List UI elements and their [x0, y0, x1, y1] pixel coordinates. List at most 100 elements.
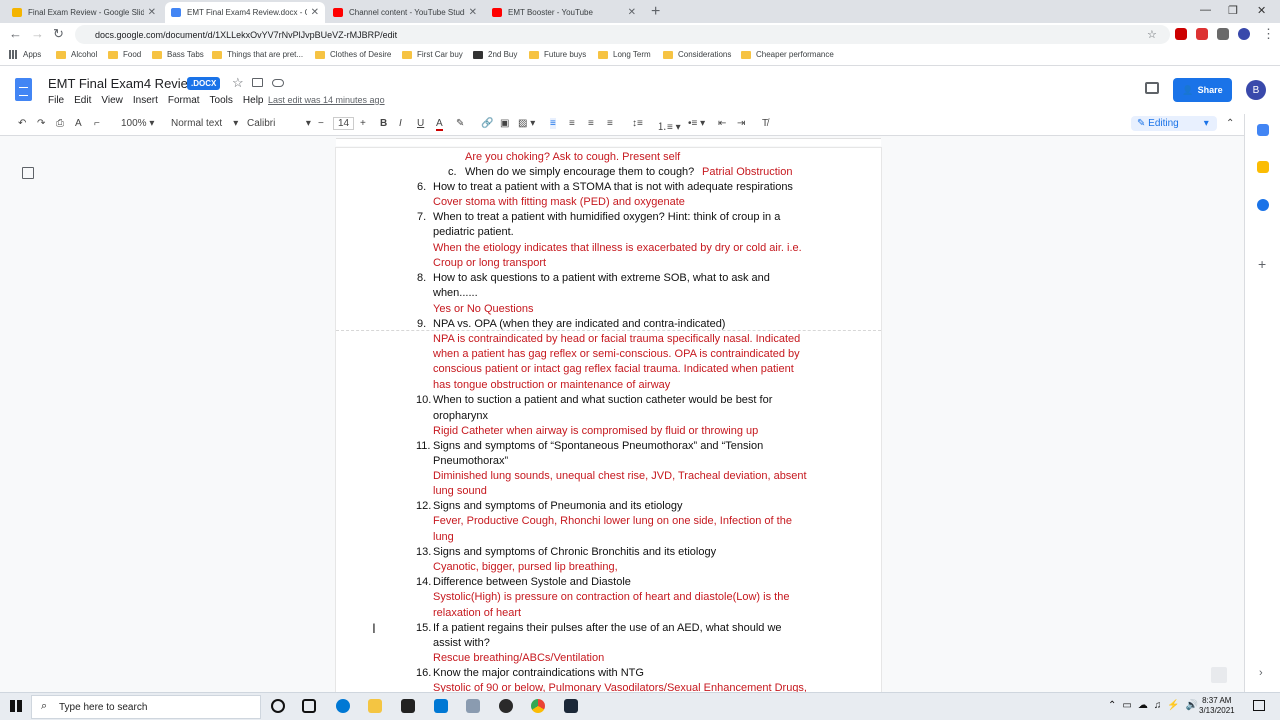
- bookmark-folder[interactable]: Bass Tabs: [152, 50, 204, 59]
- close-window-icon[interactable]: ✕: [1257, 4, 1266, 17]
- style-select[interactable]: Normal text ▾: [171, 118, 238, 129]
- document-outline-icon[interactable]: [22, 167, 34, 179]
- zoom-select[interactable]: 100% ▾: [121, 118, 154, 129]
- comment-history-icon[interactable]: [1145, 82, 1159, 94]
- browser-tab-docs[interactable]: EMT Final Exam4 Review.docx - Google Doc…: [165, 2, 325, 23]
- steam-icon[interactable]: [499, 699, 513, 713]
- task-view-icon[interactable]: [302, 699, 316, 713]
- close-tab-icon[interactable]: ✕: [469, 7, 477, 18]
- browser-tab-slides[interactable]: Final Exam Review - Google Slides ✕: [6, 2, 162, 23]
- bookmark-folder[interactable]: Long Term: [598, 50, 651, 59]
- chrome-icon[interactable]: [531, 699, 545, 713]
- spellcheck-icon[interactable]: A: [75, 118, 82, 129]
- redo-icon[interactable]: ↷: [37, 118, 45, 129]
- insert-image-icon[interactable]: ▨ ▾: [518, 118, 535, 129]
- maximize-icon[interactable]: ❐: [1228, 4, 1238, 17]
- move-folder-icon[interactable]: [252, 78, 263, 87]
- align-right-icon[interactable]: ≡: [588, 118, 594, 129]
- browser-tab-youtube-studio[interactable]: Channel content - YouTube Studio ✕: [327, 2, 483, 23]
- google-docs-logo-icon[interactable]: [15, 78, 32, 101]
- mail-icon[interactable]: [434, 699, 448, 713]
- account-avatar[interactable]: B: [1246, 80, 1266, 100]
- line-spacing-icon[interactable]: ↕≡: [632, 118, 643, 129]
- increase-font-size-button[interactable]: +: [360, 118, 366, 129]
- browser-menu-icon[interactable]: ⋮: [1262, 26, 1275, 42]
- align-center-icon[interactable]: ≡: [569, 118, 575, 129]
- edge-icon[interactable]: [336, 699, 350, 713]
- document-page[interactable]: Are you choking? Ask to cough. Present s…: [336, 148, 881, 692]
- back-icon[interactable]: ←: [9, 26, 22, 41]
- justify-icon[interactable]: ≡: [607, 118, 613, 129]
- menu-tools[interactable]: Tools: [210, 95, 233, 106]
- paint-format-icon[interactable]: ⌐: [94, 118, 100, 129]
- close-tab-icon[interactable]: ✕: [628, 7, 636, 18]
- collapse-toolbar-icon[interactable]: ⌃: [1226, 118, 1234, 129]
- ruler-page-area[interactable]: [336, 138, 881, 146]
- decrease-font-size-button[interactable]: −: [318, 118, 324, 129]
- notification-icon[interactable]: [1253, 700, 1265, 711]
- menu-view[interactable]: View: [101, 95, 123, 106]
- link-icon[interactable]: 🔗: [481, 118, 493, 129]
- numbered-list-icon[interactable]: ⒈≡ ▾: [657, 118, 681, 133]
- minimize-icon[interactable]: —: [1200, 4, 1211, 16]
- bookmark-folder[interactable]: Alcohol: [56, 50, 97, 59]
- bookmark-folder[interactable]: Considerations: [663, 50, 731, 59]
- text-color-icon[interactable]: A: [436, 118, 443, 131]
- clear-formatting-icon[interactable]: T̸: [762, 118, 768, 129]
- taskbar-search-input[interactable]: ⌕ Type here to search: [31, 695, 261, 719]
- store-icon[interactable]: [401, 699, 415, 713]
- extensions-puzzle-icon[interactable]: [1217, 28, 1229, 40]
- font-select[interactable]: Calibri ▾: [247, 118, 311, 129]
- bookmark-folder[interactable]: First Car buy: [402, 50, 463, 59]
- calendar-icon[interactable]: [1257, 124, 1269, 136]
- highlight-icon[interactable]: ✎: [456, 118, 464, 129]
- increase-indent-icon[interactable]: ⇥: [737, 118, 745, 129]
- share-button[interactable]: 👤 Share: [1173, 78, 1232, 102]
- profile-avatar-icon[interactable]: [1238, 28, 1250, 40]
- bookmark-folder[interactable]: Cheaper performance: [741, 50, 834, 59]
- underline-icon[interactable]: U: [417, 118, 424, 129]
- menu-format[interactable]: Format: [168, 95, 200, 106]
- bold-icon[interactable]: B: [380, 118, 387, 129]
- decrease-indent-icon[interactable]: ⇤: [718, 118, 726, 129]
- add-comment-icon[interactable]: ▣: [500, 118, 509, 129]
- windows-start-icon[interactable]: [10, 700, 22, 712]
- taskbar-clock[interactable]: 8:37 AM 3/13/2021: [1199, 696, 1235, 716]
- expand-panel-icon[interactable]: ›: [1259, 667, 1263, 679]
- cortana-icon[interactable]: [271, 699, 285, 713]
- add-addon-icon[interactable]: +: [1258, 256, 1266, 272]
- browser-tab-youtube[interactable]: EMT Booster - YouTube ✕: [486, 2, 642, 23]
- extension-youtube-icon[interactable]: [1175, 28, 1187, 40]
- bookmark-folder[interactable]: Things that are pret...: [212, 50, 303, 59]
- app-icon[interactable]: [466, 699, 480, 713]
- reload-icon[interactable]: ↻: [53, 26, 64, 42]
- menu-help[interactable]: Help: [243, 95, 264, 106]
- bookmark-folder[interactable]: Clothes of Desire: [315, 50, 391, 59]
- print-icon[interactable]: ⎙: [56, 118, 64, 129]
- close-tab-icon[interactable]: ✕: [148, 7, 156, 18]
- menu-file[interactable]: File: [48, 95, 64, 106]
- bookmark-folder[interactable]: Food: [108, 50, 141, 59]
- close-tab-icon[interactable]: ✕: [311, 7, 319, 18]
- tasks-icon[interactable]: [1257, 199, 1269, 211]
- font-size-input[interactable]: 14: [333, 117, 355, 130]
- bookmark-folder[interactable]: Future buys: [529, 50, 586, 59]
- extension-red-icon[interactable]: [1196, 28, 1208, 40]
- bookmark-star-icon[interactable]: ☆: [1147, 28, 1157, 41]
- document-title[interactable]: EMT Final Exam4 Review: [48, 76, 197, 91]
- new-tab-icon[interactable]: +: [651, 3, 660, 21]
- file-explorer-icon[interactable]: [368, 699, 382, 713]
- bookmark-folder[interactable]: 2nd Buy: [473, 50, 517, 59]
- url-field[interactable]: docs.google.com/document/d/1XLLekxOvYV7r…: [75, 25, 1170, 44]
- cloud-status-icon[interactable]: [272, 79, 284, 87]
- bookmark-apps[interactable]: Apps: [9, 50, 41, 59]
- bulleted-list-icon[interactable]: •≡ ▾: [688, 118, 705, 129]
- keep-icon[interactable]: [1257, 161, 1269, 173]
- menu-insert[interactable]: Insert: [133, 95, 158, 106]
- explore-icon[interactable]: [1211, 667, 1227, 683]
- last-edit-link[interactable]: Last edit was 14 minutes ago: [268, 95, 385, 105]
- star-icon[interactable]: ☆: [232, 75, 244, 91]
- italic-icon[interactable]: I: [399, 118, 402, 129]
- editing-mode-select[interactable]: ✎ Editing ▾: [1131, 116, 1217, 131]
- tray-icons[interactable]: ⌃▭☁♫⚡🔊: [1108, 700, 1204, 711]
